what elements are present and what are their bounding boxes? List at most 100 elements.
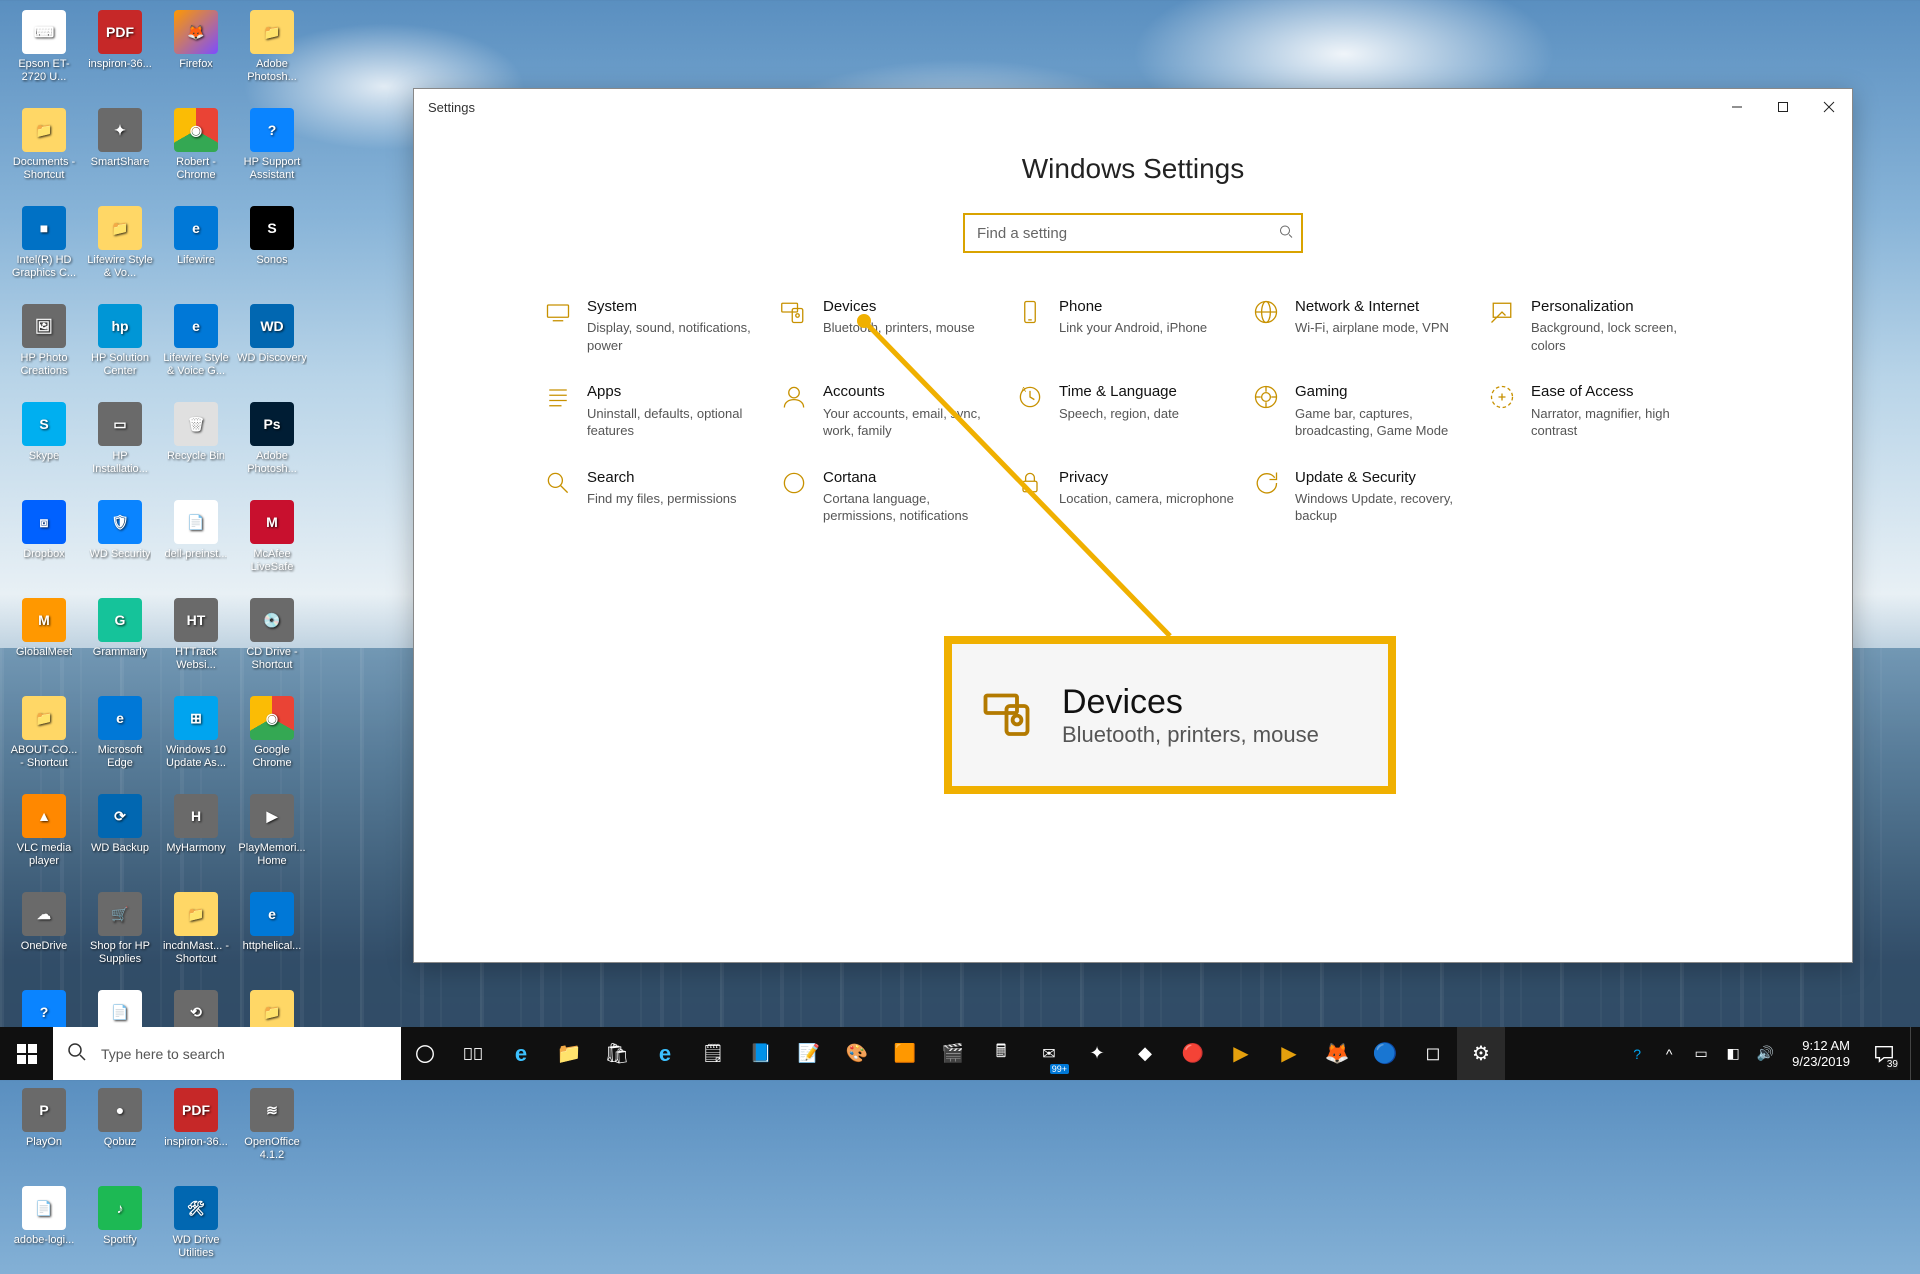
settings-category-cortana[interactable]: Cortana Cortana language, permissions, n…: [779, 468, 1015, 525]
desktop-icon[interactable]: ▶PlayMemori... Home: [236, 794, 308, 882]
action-center-button[interactable]: 39: [1864, 1027, 1904, 1080]
desktop-icon[interactable]: ehttphelical...: [236, 892, 308, 980]
settings-category-search[interactable]: Search Find my files, permissions: [543, 468, 779, 525]
desktop-icon[interactable]: 📁Adobe Photosh...: [236, 10, 308, 98]
desktop-icon[interactable]: 💿CD Drive - Shortcut: [236, 598, 308, 686]
desktop-icon[interactable]: eLifewire Style & Voice G...: [160, 304, 232, 392]
tray-chevron-icon[interactable]: ^: [1656, 1027, 1682, 1080]
media-icon[interactable]: 🟧: [881, 1027, 929, 1080]
desktop-icon[interactable]: 🛡WD Security: [84, 500, 156, 588]
desktop-icon[interactable]: hpHP Solution Center: [84, 304, 156, 392]
paint-icon[interactable]: 🎨: [833, 1027, 881, 1080]
battery-tray-icon[interactable]: ▭: [1688, 1027, 1714, 1080]
desktop-icon[interactable]: ♪Spotify: [84, 1186, 156, 1274]
minimize-button[interactable]: [1714, 89, 1760, 125]
desktop-icon[interactable]: HMyHarmony: [160, 794, 232, 882]
desktop-icon[interactable]: ⊞Windows 10 Update As...: [160, 696, 232, 784]
settings-category-privacy[interactable]: Privacy Location, camera, microphone: [1015, 468, 1251, 525]
desktop-icon[interactable]: PDFinspiron-36...: [84, 10, 156, 98]
settings-category-devices[interactable]: Devices Bluetooth, printers, mouse: [779, 297, 1015, 354]
desktop-icon[interactable]: SSkype: [8, 402, 80, 490]
volume-tray-icon[interactable]: 🔊: [1752, 1027, 1778, 1080]
desktop-icon[interactable]: eLifewire: [160, 206, 232, 294]
desktop-icon[interactable]: 📁ABOUT-CO... - Shortcut: [8, 696, 80, 784]
timeline-button[interactable]: [449, 1027, 497, 1080]
help-tray-icon[interactable]: ?: [1624, 1027, 1650, 1080]
desktop-icon[interactable]: MGlobalMeet: [8, 598, 80, 686]
close-button[interactable]: [1806, 89, 1852, 125]
desktop-icon[interactable]: ≋OpenOffice 4.1.2: [236, 1088, 308, 1176]
settings-category-network[interactable]: Network & Internet Wi-Fi, airplane mode,…: [1251, 297, 1487, 354]
maximize-button[interactable]: [1760, 89, 1806, 125]
notepad-icon[interactable]: 📝: [785, 1027, 833, 1080]
plex-icon[interactable]: ▶: [1265, 1027, 1313, 1080]
desktop-icon[interactable]: 🖼HP Photo Creations: [8, 304, 80, 392]
desktop-icon[interactable]: ?HP Support Assistant: [236, 108, 308, 196]
settings-category-apps[interactable]: Apps Uninstall, defaults, optional featu…: [543, 382, 779, 439]
desktop-icon[interactable]: 📁incdnMast... - Shortcut: [160, 892, 232, 980]
desktop-icon[interactable]: 📄dell-preinst...: [160, 500, 232, 588]
desktop-icon[interactable]: ⟳WD Backup: [84, 794, 156, 882]
desktop-icon[interactable]: ■Intel(R) HD Graphics C...: [8, 206, 80, 294]
taskbar-search[interactable]: Type here to search: [53, 1027, 401, 1080]
settings-titlebar[interactable]: Settings: [414, 89, 1852, 125]
sticky-notes-icon[interactable]: 🗒: [689, 1027, 737, 1080]
app-icon[interactable]: ◆: [1121, 1027, 1169, 1080]
movies-icon[interactable]: 🎬: [929, 1027, 977, 1080]
desktop-icon[interactable]: 🛠WD Drive Utilities: [160, 1186, 232, 1274]
store-icon[interactable]: 🛍: [593, 1027, 641, 1080]
settings-category-system[interactable]: System Display, sound, notifications, po…: [543, 297, 779, 354]
settings-category-accounts[interactable]: Accounts Your accounts, email, sync, wor…: [779, 382, 1015, 439]
desktop-icon[interactable]: 📄adobe-logi...: [8, 1186, 80, 1274]
desktop-icon[interactable]: ◉Google Chrome: [236, 696, 308, 784]
desktop-icon[interactable]: 🦊Firefox: [160, 10, 232, 98]
show-desktop-button[interactable]: [1910, 1027, 1916, 1080]
firefox-icon[interactable]: 🦊: [1313, 1027, 1361, 1080]
desktop-icon[interactable]: PDFinspiron-36...: [160, 1088, 232, 1176]
network-tray-icon[interactable]: ◧: [1720, 1027, 1746, 1080]
desktop-icon[interactable]: 📁Documents - Shortcut: [8, 108, 80, 196]
calculator-icon[interactable]: 🖩: [977, 1027, 1025, 1080]
task-view-button[interactable]: [401, 1027, 449, 1080]
edge-icon[interactable]: e: [497, 1027, 545, 1080]
mail-icon[interactable]: ✉99+: [1025, 1027, 1073, 1080]
ie-icon[interactable]: e: [641, 1027, 689, 1080]
desktop-icon[interactable]: WDWD Discovery: [236, 304, 308, 392]
app-icon[interactable]: ✦: [1073, 1027, 1121, 1080]
desktop-icon[interactable]: eMicrosoft Edge: [84, 696, 156, 784]
chrome-icon[interactable]: 🔵: [1361, 1027, 1409, 1080]
desktop-icon[interactable]: ●Qobuz: [84, 1088, 156, 1176]
desktop-icon[interactable]: 📁Lifewire Style & Vo...: [84, 206, 156, 294]
desktop-icon[interactable]: ⧈Dropbox: [8, 500, 80, 588]
desktop-icon[interactable]: ☁OneDrive: [8, 892, 80, 980]
settings-category-ease[interactable]: Ease of Access Narrator, magnifier, high…: [1487, 382, 1723, 439]
settings-category-personalization[interactable]: Personalization Background, lock screen,…: [1487, 297, 1723, 354]
desktop-icon[interactable]: PPlayOn: [8, 1088, 80, 1176]
file-explorer-icon[interactable]: 📁: [545, 1027, 593, 1080]
settings-taskbar-icon[interactable]: ⚙: [1457, 1027, 1505, 1080]
desktop-icon[interactable]: PsAdobe Photosh...: [236, 402, 308, 490]
category-subtitle: Cortana language, permissions, notificat…: [823, 490, 1005, 525]
desktop-icon[interactable]: ▭HP Installatio...: [84, 402, 156, 490]
settings-search-input[interactable]: [963, 213, 1303, 253]
settings-category-update[interactable]: Update & Security Windows Update, recove…: [1251, 468, 1487, 525]
desktop-icon[interactable]: ▲VLC media player: [8, 794, 80, 882]
desktop-icon[interactable]: ⌨Epson ET-2720 U...: [8, 10, 80, 98]
settings-category-gaming[interactable]: Gaming Game bar, captures, broadcasting,…: [1251, 382, 1487, 439]
desktop-icon[interactable]: SSonos: [236, 206, 308, 294]
desktop-icon[interactable]: MMcAfee LiveSafe: [236, 500, 308, 588]
plex-icon[interactable]: ▶: [1217, 1027, 1265, 1080]
desktop-icon[interactable]: ✦SmartShare: [84, 108, 156, 196]
app-icon[interactable]: ◻: [1409, 1027, 1457, 1080]
settings-category-phone[interactable]: Phone Link your Android, iPhone: [1015, 297, 1251, 354]
app-icon[interactable]: 🔴: [1169, 1027, 1217, 1080]
desktop-icon[interactable]: 🗑Recycle Bin: [160, 402, 232, 490]
desktop-icon[interactable]: 🛒Shop for HP Supplies: [84, 892, 156, 980]
taskbar-clock[interactable]: 9:12 AM 9/23/2019: [1784, 1038, 1858, 1069]
desktop-icon[interactable]: GGrammarly: [84, 598, 156, 686]
settings-category-time[interactable]: A Time & Language Speech, region, date: [1015, 382, 1251, 439]
desktop-icon[interactable]: ◉Robert - Chrome: [160, 108, 232, 196]
start-button[interactable]: [0, 1027, 53, 1080]
reader-icon[interactable]: 📘: [737, 1027, 785, 1080]
desktop-icon[interactable]: HTHTTrack Websi...: [160, 598, 232, 686]
